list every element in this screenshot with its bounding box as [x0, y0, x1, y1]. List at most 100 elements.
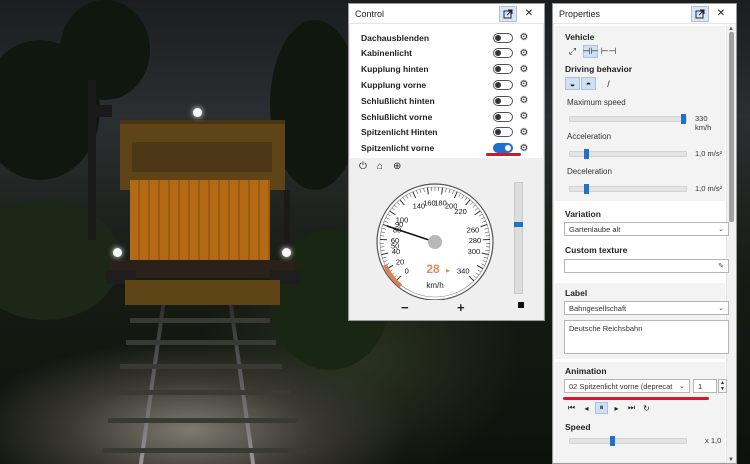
toggle-row: Kupplung hinten ⚙ [361, 62, 529, 77]
toggle-row: Kupplung vorne ⚙ [361, 77, 529, 92]
rail [138, 300, 166, 464]
deceleration-thumb[interactable] [584, 184, 590, 194]
properties-panel: Properties ✕ ▲ ▼ Vehicle ⤢ ⊣⊢ ⊢⊣ Driving… [552, 3, 737, 464]
throttle-thumb[interactable] [514, 221, 523, 227]
gear-icon[interactable]: ⚙ [519, 64, 529, 75]
power-icon[interactable]: ⏻ [359, 161, 367, 172]
pencil-icon[interactable]: ✎ [718, 262, 724, 270]
needle-hub [428, 235, 442, 249]
label-heading: Label [565, 288, 588, 298]
signal-post [88, 80, 96, 240]
expand-icon[interactable]: ⤢ [565, 45, 580, 58]
locomotive-lower-body [125, 280, 280, 305]
scroll-down-icon[interactable]: ▼ [728, 457, 734, 463]
gauge-label: 0 [405, 266, 409, 275]
sleeper [120, 364, 282, 369]
speed-arrow-icon: ▸ [446, 266, 450, 275]
skip-forward-icon[interactable]: ⏭ [625, 402, 638, 414]
pause-icon[interactable]: ⏸ [595, 402, 608, 414]
popout-icon[interactable] [691, 5, 709, 22]
toggle-label: Dachausblenden [361, 32, 430, 43]
variation-value: Gartenlaube alt [569, 225, 621, 234]
label-text: Deutsche Reichsbahn [569, 324, 643, 333]
headlight-right [282, 248, 291, 257]
toggle-row: Schlußlicht hinten ⚙ [361, 93, 529, 108]
control-title: Control [355, 8, 385, 19]
gear-icon[interactable]: ⚙ [519, 79, 529, 90]
toggle-switch[interactable] [493, 95, 513, 106]
vehicle-heading: Vehicle [565, 32, 595, 42]
gear-icon[interactable]: ⚙ [519, 111, 529, 122]
scrollbar-thumb[interactable] [729, 32, 734, 222]
variation-select[interactable]: Gartenlaube alt ⌄ [564, 222, 729, 236]
max-speed-slider[interactable] [569, 114, 687, 124]
label-section: Label Bahngesellschaft ⌄ Deutsche Reichs… [555, 283, 729, 359]
gear-icon[interactable]: ⚙ [519, 143, 529, 154]
animation-count-input[interactable]: 1 [693, 379, 717, 393]
animation-value: 02 Spitzenlicht vorne (deprecat [569, 382, 673, 391]
skip-back-icon[interactable]: ⏮ [565, 402, 578, 414]
custom-texture-heading: Custom texture [565, 245, 628, 255]
gear-icon[interactable]: ⚙ [519, 32, 529, 43]
toggle-switch[interactable] [493, 64, 513, 75]
gear-icon[interactable]: ⚙ [519, 127, 529, 138]
acceleration-label: Acceleration [567, 132, 612, 141]
decrease-speed-button[interactable]: − [401, 300, 409, 315]
animation-count-stepper[interactable]: ▲ ▼ [718, 379, 727, 393]
tree [60, 0, 150, 100]
globe-icon[interactable]: ⊕ [393, 161, 401, 172]
popout-icon[interactable] [499, 5, 517, 22]
label-select[interactable]: Bahngesellschaft ⌄ [564, 301, 729, 315]
toggle-switch[interactable] [493, 48, 513, 59]
label-textarea[interactable]: Deutsche Reichsbahn [564, 320, 729, 354]
properties-scrollbar[interactable]: ▲ ▼ [726, 26, 736, 463]
animation-speed-slider[interactable] [569, 436, 687, 446]
close-icon[interactable]: ✕ [712, 6, 730, 22]
gear-icon[interactable]: ⚙ [519, 48, 529, 59]
signal-post [94, 105, 112, 117]
animation-select[interactable]: 02 Spitzenlicht vorne (deprecat ⌄ [564, 379, 690, 393]
speedometer-mode-icon[interactable]: ◒ [565, 77, 580, 90]
acceleration-slider[interactable] [569, 149, 687, 159]
stop-icon[interactable] [518, 302, 524, 308]
loop-icon[interactable]: ↻ [640, 402, 653, 414]
split-icon[interactable]: ⊢⊣ [601, 45, 617, 58]
step-back-icon[interactable]: ◂ [580, 402, 593, 414]
speedometer[interactable]: 0204050608090100140160180200220260280300… [363, 180, 497, 300]
locomotive[interactable] [106, 108, 300, 310]
gauge-label: 340 [457, 266, 470, 275]
couple-icon[interactable]: ⊣⊢ [583, 45, 598, 58]
path-icon[interactable]: / [601, 77, 616, 90]
animation-section: Animation 02 Spitzenlicht vorne (depreca… [555, 362, 727, 462]
max-speed-thumb[interactable] [680, 114, 686, 124]
acceleration-thumb[interactable] [584, 149, 590, 159]
headlight-top [193, 108, 202, 117]
speedometer-alt-icon[interactable]: ◓ [581, 77, 596, 90]
label-select-value: Bahngesellschaft [569, 304, 627, 313]
deceleration-value: 1,0 m/s² [695, 184, 723, 193]
increase-speed-button[interactable]: + [457, 300, 465, 315]
toggle-label: Kabinenlicht [361, 48, 413, 59]
toggle-switch[interactable] [493, 32, 513, 43]
chevron-down-icon: ⌄ [718, 305, 724, 312]
close-icon[interactable]: ✕ [520, 6, 538, 22]
toggle-row: Schlußlicht vorne ⚙ [361, 109, 529, 124]
sleeper [114, 390, 290, 395]
gauge-label: 220 [454, 207, 467, 216]
vehicle-section: Vehicle ⤢ ⊣⊢ ⊢⊣ Driving behavior ◒ ◓ / M… [555, 26, 725, 201]
home-icon[interactable]: ⌂ [377, 161, 383, 172]
animation-controls: ⏮ ◂ ⏸ ▸ ⏭ ↻ [565, 402, 653, 414]
toggle-switch[interactable] [493, 79, 513, 90]
toggle-label: Kupplung vorne [361, 79, 427, 90]
toggle-switch[interactable] [493, 143, 513, 154]
gauge-label: 260 [467, 225, 480, 234]
toggle-switch[interactable] [493, 111, 513, 122]
gear-icon[interactable]: ⚙ [519, 95, 529, 106]
play-icon[interactable]: ▸ [610, 402, 623, 414]
animation-speed-thumb[interactable] [609, 436, 615, 446]
toggle-switch[interactable] [493, 127, 513, 138]
throttle-slider[interactable] [514, 182, 523, 294]
sleeper [126, 340, 276, 345]
deceleration-slider[interactable] [569, 184, 687, 194]
custom-texture-input[interactable]: ✎ [564, 259, 729, 273]
